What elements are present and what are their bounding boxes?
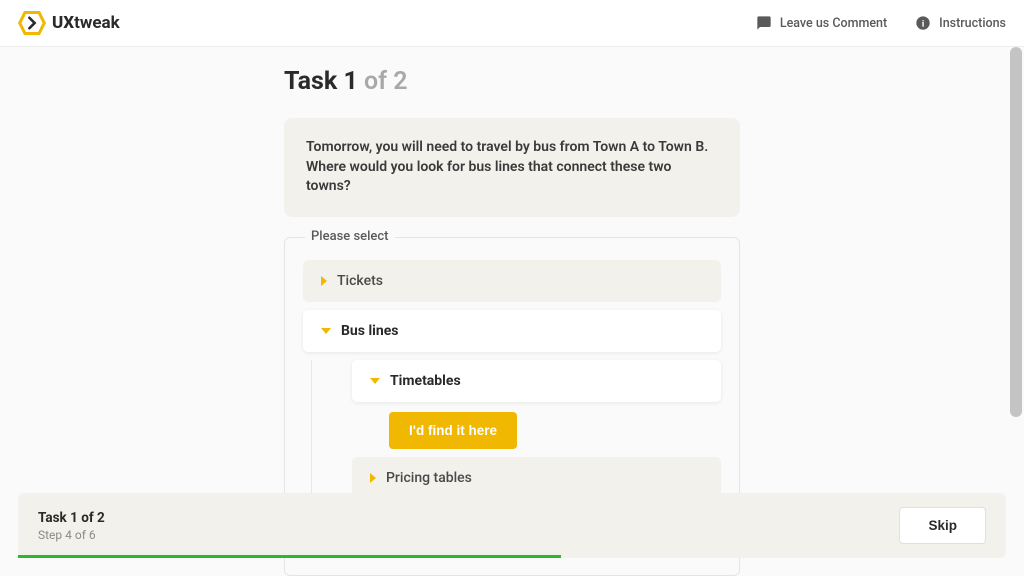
svg-text:i: i [922, 19, 925, 29]
caret-right-icon [321, 276, 327, 286]
scrollbar[interactable] [1010, 47, 1022, 417]
progress-bar [18, 555, 561, 558]
found-here-button[interactable]: I'd find it here [389, 412, 517, 449]
task-description: Tomorrow, you will need to travel by bus… [284, 118, 740, 217]
instructions-button[interactable]: i Instructions [915, 15, 1006, 31]
tree-item-tickets[interactable]: Tickets [303, 260, 721, 302]
tree-item-label: Bus lines [341, 323, 398, 339]
tree-item-label: Pricing tables [386, 470, 472, 486]
caret-down-icon [321, 328, 331, 334]
footer-bar: Task 1 of 2 Step 4 of 6 Skip [18, 493, 1006, 558]
leave-comment-button[interactable]: Leave us Comment [756, 15, 887, 31]
tree-item-label: Tickets [337, 273, 383, 289]
app-header: UXtweak Leave us Comment i Instructions [0, 0, 1024, 47]
logo-icon [18, 9, 46, 37]
select-label: Please select [305, 229, 395, 244]
tree-item-timetables[interactable]: Timetables [352, 360, 721, 402]
skip-button[interactable]: Skip [899, 507, 986, 544]
footer-task-label: Task 1 of 2 [38, 510, 105, 526]
task-title: Task 1 of 2 [284, 67, 740, 96]
tree-item-bus-lines[interactable]: Bus lines [303, 310, 721, 352]
tree-item-label: Timetables [390, 373, 461, 389]
logo: UXtweak [18, 9, 120, 37]
logo-text: UXtweak [52, 13, 120, 33]
caret-right-icon [370, 473, 376, 483]
info-icon: i [915, 15, 931, 31]
caret-down-icon [370, 378, 380, 384]
footer-step-label: Step 4 of 6 [38, 528, 105, 542]
comment-icon [756, 15, 772, 31]
header-actions: Leave us Comment i Instructions [756, 15, 1006, 31]
footer-text: Task 1 of 2 Step 4 of 6 [38, 510, 105, 542]
